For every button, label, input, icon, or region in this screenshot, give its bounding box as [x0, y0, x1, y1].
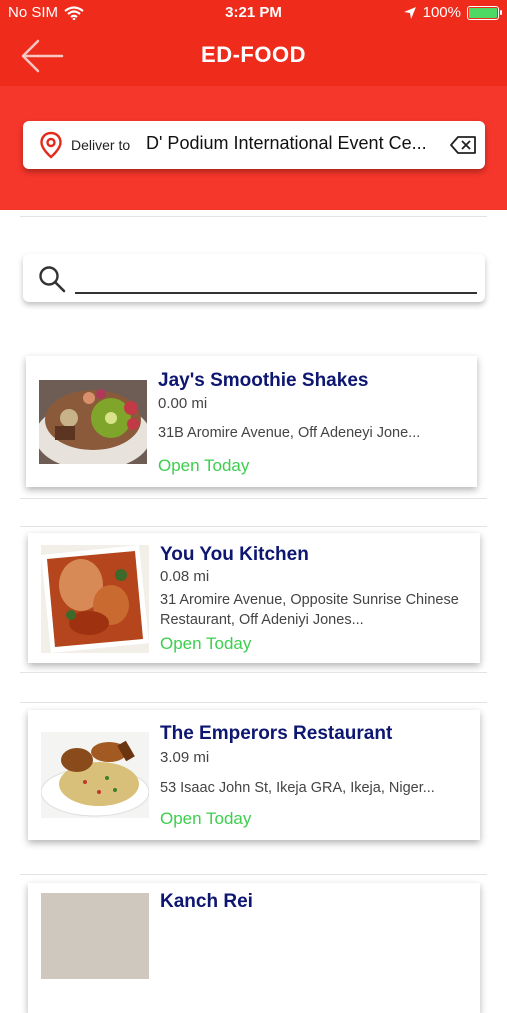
search-icon: [39, 266, 66, 293]
restaurant-card[interactable]: The Emperors Restaurant 3.09 mi 53 Isaac…: [28, 710, 480, 840]
search-input[interactable]: [75, 262, 477, 294]
divider: [20, 874, 487, 875]
restaurant-address: 31B Aromire Avenue, Off Adeneyi Jone...: [158, 425, 421, 441]
open-status: Open Today: [160, 809, 252, 828]
restaurant-name: You You Kitchen: [160, 544, 309, 565]
map-pin-icon: [40, 131, 62, 159]
restaurant-image: [41, 893, 149, 979]
restaurant-distance: 0.08 mi: [160, 568, 210, 585]
navigation-bar: ED-FOOD: [0, 26, 507, 86]
divider: [20, 498, 487, 499]
restaurant-card[interactable]: You You Kitchen 0.08 mi 31 Aromire Avenu…: [28, 533, 480, 663]
restaurant-image: [39, 380, 147, 464]
delivery-address-text[interactable]: D' Podium International Event Ce...: [146, 133, 451, 154]
restaurant-name: Jay's Smoothie Shakes: [158, 370, 369, 391]
location-arrow-icon: [403, 6, 416, 19]
page-title: ED-FOOD: [201, 42, 306, 67]
open-status: Open Today: [158, 456, 250, 475]
divider: [20, 526, 487, 527]
restaurant-image: [41, 545, 149, 653]
open-status: Open Today: [160, 634, 252, 653]
restaurant-distance: 0.00 mi: [158, 395, 208, 412]
restaurant-name: Kanch Rei: [160, 891, 253, 912]
restaurant-image: [41, 732, 149, 818]
search-bar: [23, 254, 485, 302]
divider: [20, 702, 487, 703]
restaurant-address: 53 Isaac John St, Ikeja GRA, Ikeja, Nige…: [160, 780, 435, 796]
restaurant-card[interactable]: Jay's Smoothie Shakes 0.00 mi 31B Aromir…: [26, 356, 477, 487]
divider: [20, 216, 487, 217]
restaurant-address: 31 Aromire Avenue, Opposite Sunrise Chin…: [160, 592, 459, 628]
restaurant-name: The Emperors Restaurant: [160, 723, 393, 744]
status-bar: No SIM 3:21 PM 100%: [0, 0, 507, 26]
deliver-to-label: Deliver to: [71, 137, 131, 153]
delivery-address-bar[interactable]: Deliver to D' Podium International Event…: [23, 121, 485, 169]
battery-icon: [467, 5, 502, 20]
restaurant-card[interactable]: Kanch Rei: [28, 883, 480, 1013]
backspace-icon[interactable]: [449, 135, 477, 155]
restaurant-distance: 3.09 mi: [160, 749, 210, 766]
battery-percent: 100%: [422, 4, 461, 21]
divider: [20, 672, 487, 673]
